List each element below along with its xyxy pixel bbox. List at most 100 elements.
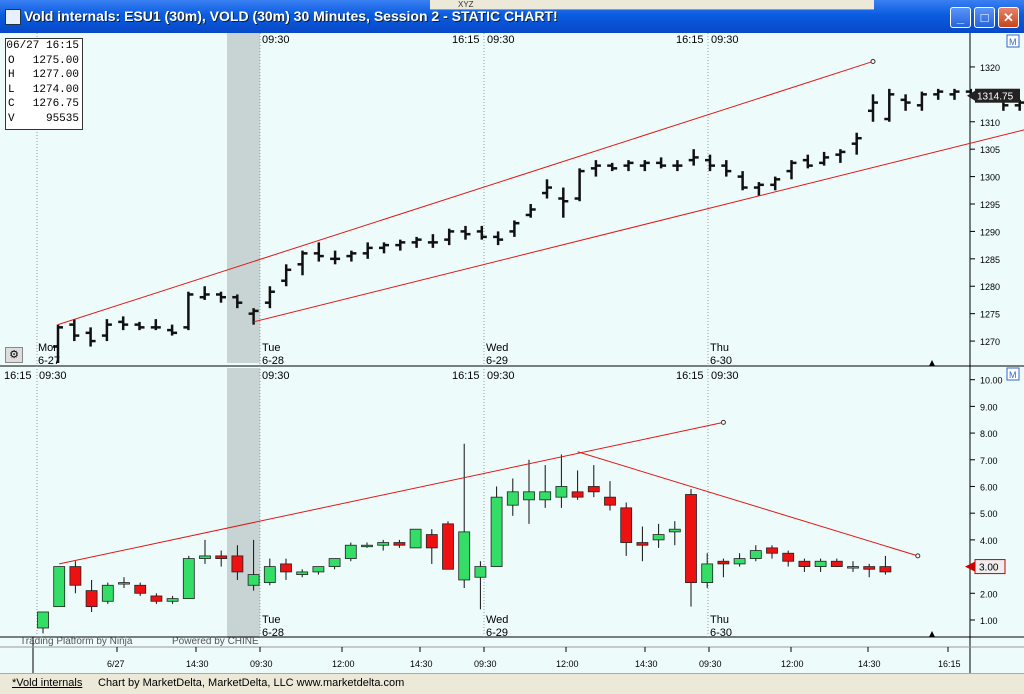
time-label: 16:15 [4, 370, 32, 382]
chart-svg[interactable]: 1270127512801285129012951300130513101315… [0, 33, 1024, 673]
time-label: 16:15 [452, 34, 480, 46]
candle-body [620, 507, 633, 543]
candle-body [69, 566, 82, 586]
y-tick-label: 1270 [980, 337, 1000, 347]
ohlc-key: L [8, 83, 15, 96]
time-label: 09:30 [711, 370, 739, 382]
candle-body [215, 555, 228, 559]
ohlc-value: 95535 [45, 112, 79, 125]
toolbar-label: XYZ [458, 0, 474, 9]
maximize-button[interactable]: □ [974, 7, 995, 28]
candle-body [442, 523, 454, 570]
candle-body [523, 491, 535, 501]
status-bar: *Vold internals Chart by MarketDelta, Ma… [0, 673, 1024, 694]
day-label: Wed [486, 342, 508, 354]
candle-body [652, 534, 665, 541]
ohlc-value: 1277.00 [32, 69, 79, 82]
panel-menu-label: M [1009, 370, 1017, 380]
title-bar[interactable]: Vold internals: ESU1 (30m), VOLD (30m) 3… [0, 0, 1024, 33]
y-tick-label: 1275 [980, 310, 1000, 320]
time-label: 09:30 [262, 34, 290, 46]
platform-watermark: Trading Platform by Ninja [20, 636, 133, 647]
candle-body [344, 544, 357, 559]
day-label: Thu [710, 342, 729, 354]
candle-body [571, 491, 584, 498]
candle-body [118, 582, 130, 585]
trendline [57, 60, 874, 326]
candle-body [474, 566, 487, 578]
x-tick-label: 09:30 [699, 659, 722, 669]
trendline-handle [915, 553, 921, 559]
time-label: 16:15 [676, 34, 704, 46]
app-icon [5, 9, 21, 25]
y-tick-label: 7.00 [980, 456, 998, 466]
candle-body [166, 598, 179, 602]
y-tick-label: 8.00 [980, 429, 998, 439]
session-highlight [227, 368, 260, 638]
date-label: 6-29 [486, 627, 508, 639]
candle-body [701, 563, 714, 583]
candle-body [296, 571, 309, 575]
day-label: Tue [262, 342, 281, 354]
candle-body [782, 552, 795, 562]
y-tick-label: 1295 [980, 200, 1000, 210]
y-tick-label: 4.00 [980, 536, 998, 546]
date-label: 6-29 [486, 355, 508, 367]
candle-body [134, 584, 147, 594]
ohlc-row: V 95535 [6, 112, 82, 127]
candle-body [749, 550, 762, 559]
time-label: 16:15 [676, 370, 704, 382]
ohlc-key: V [8, 112, 15, 125]
candle-body [766, 547, 778, 554]
close-button[interactable]: ✕ [998, 7, 1019, 28]
candle-body [555, 486, 568, 498]
ohlc-row: H 1277.00 [6, 68, 82, 83]
last-value-label: 3.00 [979, 563, 999, 574]
session-highlight [227, 33, 260, 363]
candle-body [150, 595, 163, 602]
time-label: 09:30 [711, 34, 739, 46]
window-title: Vold internals: ESU1 (30m), VOLD (30m) 3… [24, 8, 558, 24]
x-tick-label: 16:15 [938, 659, 961, 669]
x-tick-label: 14:30 [186, 659, 209, 669]
ohlc-row: C 1276.75 [6, 97, 82, 112]
day-label: Tue [262, 614, 281, 626]
chart-tab-label[interactable]: *Vold internals [12, 677, 82, 689]
chart-area[interactable]: 1270127512801285129012951300130513101315… [0, 33, 1024, 673]
candle-body [393, 542, 406, 546]
drawing-toolbar[interactable]: XYZ [430, 0, 874, 10]
candle-body [263, 566, 276, 584]
y-tick-label: 1285 [980, 255, 1000, 265]
candle-body [879, 566, 892, 573]
ohlc-key: C [8, 98, 15, 111]
date-label: 6-28 [262, 627, 284, 639]
candle-body [539, 491, 552, 501]
settings-icon[interactable]: ⚙ [5, 347, 23, 363]
time-label: 16:15 [452, 370, 480, 382]
ohlc-row: 06/27 16:15 [6, 39, 82, 54]
x-tick-label: 14:30 [635, 659, 658, 669]
time-label: 09:30 [487, 370, 515, 382]
candle-body [101, 584, 114, 602]
candle-body [847, 566, 859, 569]
x-tick-label: 14:30 [858, 659, 881, 669]
candle-body [798, 560, 811, 567]
y-tick-label: 1300 [980, 173, 1000, 183]
date-label: 6-28 [262, 355, 284, 367]
candle-body [636, 542, 649, 546]
candle-body [863, 566, 876, 570]
candle-body [733, 558, 746, 565]
candle-body [247, 574, 260, 586]
chart-credit: Chart by MarketDelta, MarketDelta, LLC w… [98, 677, 405, 689]
day-label: Thu [710, 614, 729, 626]
candle-body [182, 558, 195, 600]
minimize-button[interactable]: _ [950, 7, 971, 28]
ohlc-value: 1274.00 [32, 83, 79, 96]
x-tick-label: 12:00 [781, 659, 804, 669]
y-tick-label: 1310 [980, 118, 1000, 128]
date-label: 6-30 [710, 627, 732, 639]
powered-by-watermark: Powered by CHINE [172, 636, 259, 647]
date-label: 6-30 [710, 355, 732, 367]
panel-menu-label: M [1009, 37, 1017, 47]
candle-body [604, 496, 616, 506]
